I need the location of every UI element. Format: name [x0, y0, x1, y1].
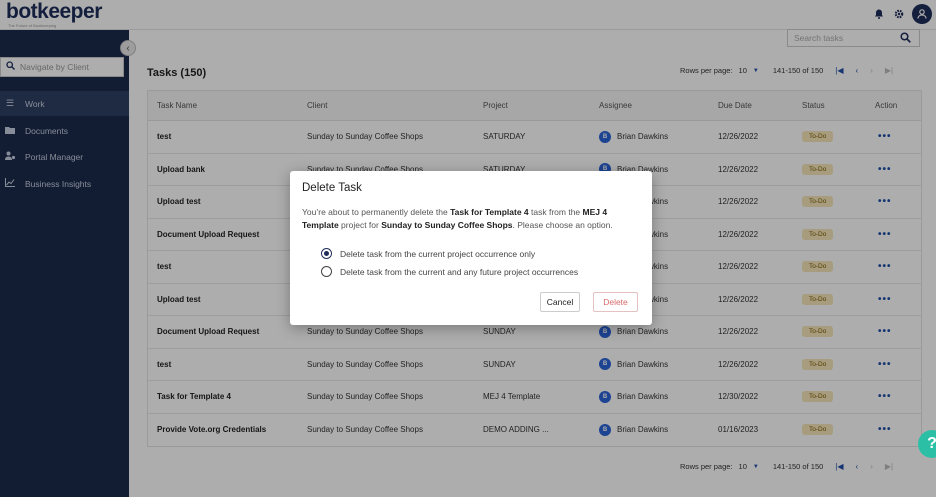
dialog-client-name: Sunday to Sunday Coffee Shops: [381, 220, 513, 230]
delete-task-dialog: Delete Task You’re about to permanently …: [290, 171, 652, 325]
dialog-task-name: Task for Template 4: [450, 207, 529, 217]
option-label: Delete task from the current and any fut…: [340, 266, 579, 277]
dialog-text: . Please choose an option.: [512, 220, 613, 230]
dialog-text: You’re about to permanently delete the: [302, 207, 451, 217]
dialog-message: You’re about to permanently delete the T…: [302, 206, 642, 232]
radio-current-and-future[interactable]: [321, 266, 332, 277]
option-current-only[interactable]: Delete task from the current project occ…: [321, 248, 535, 259]
option-label: Delete task from the current project occ…: [340, 248, 536, 259]
cancel-button[interactable]: Cancel: [540, 292, 580, 312]
dialog-text: task from the: [528, 207, 583, 217]
option-current-and-future[interactable]: Delete task from the current and any fut…: [321, 266, 578, 277]
delete-button[interactable]: Delete: [593, 292, 638, 312]
dialog-text: project for: [338, 220, 382, 230]
radio-current-only[interactable]: [321, 248, 332, 259]
dialog-title: Delete Task: [302, 182, 362, 194]
